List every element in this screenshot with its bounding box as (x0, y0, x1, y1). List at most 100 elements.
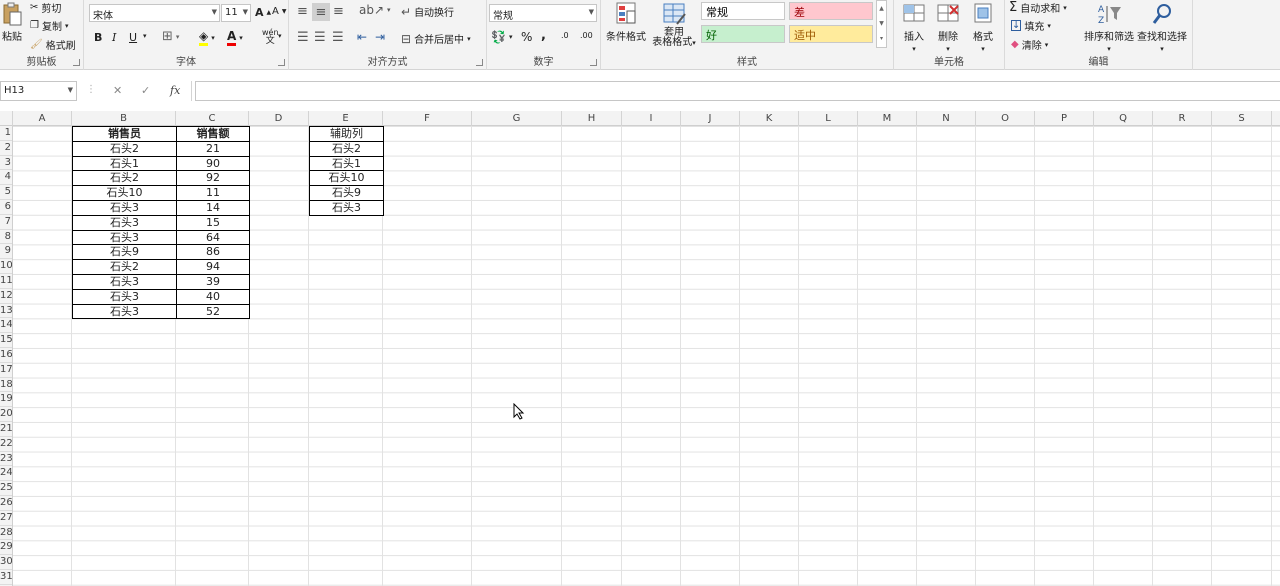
style-neutral[interactable]: 适中 (789, 25, 873, 43)
column-header[interactable]: F (383, 111, 472, 126)
column-header[interactable]: P (1035, 111, 1094, 126)
row-header[interactable]: 1 (0, 126, 12, 141)
font-color-button[interactable]: A ▾ (227, 29, 243, 46)
row-header[interactable]: 5 (0, 185, 12, 200)
row-header[interactable]: 18 (0, 378, 12, 393)
row-header[interactable]: 26 (0, 496, 12, 511)
accounting-format-button[interactable]: 💱 ▾ (491, 30, 512, 44)
table-cell[interactable]: 石头2 (72, 140, 177, 157)
table-cell[interactable]: 21 (176, 140, 250, 157)
row-header[interactable]: 8 (0, 230, 12, 245)
format-painter-button[interactable]: 🖌 格式刷 (30, 37, 76, 52)
row-header[interactable]: 30 (0, 555, 12, 570)
percent-button[interactable]: % (521, 30, 532, 44)
column-header[interactable]: K (740, 111, 799, 126)
increase-decimal-button[interactable]: .0 (561, 31, 569, 40)
style-normal[interactable]: 常规 (701, 2, 785, 20)
clear-button[interactable]: ◆ 清除 ▾ (1011, 37, 1048, 52)
row-header[interactable]: 17 (0, 363, 12, 378)
table-cell[interactable]: 石头2 (309, 140, 384, 157)
row-header[interactable]: 22 (0, 437, 12, 452)
row-header[interactable]: 29 (0, 540, 12, 556)
font-launcher[interactable] (278, 59, 285, 66)
select-all-corner[interactable] (0, 111, 13, 126)
column-header[interactable]: B (72, 111, 176, 126)
column-header[interactable]: J (681, 111, 740, 126)
row-header[interactable]: 3 (0, 156, 12, 171)
wrap-text-button[interactable]: ↵ 自动换行 (401, 4, 454, 20)
row-header[interactable]: 19 (0, 392, 12, 408)
alignment-launcher[interactable] (476, 59, 483, 66)
table-cell[interactable]: 辅助列 (309, 126, 384, 142)
conditional-format-button[interactable]: 条件格式 (604, 0, 648, 43)
table-cell[interactable]: 石头3 (72, 288, 177, 305)
row-header[interactable]: 31 (0, 570, 12, 585)
row-header[interactable]: 21 (0, 422, 12, 437)
row-header[interactable]: 25 (0, 481, 12, 496)
table-header-cell[interactable]: 销售员 (72, 126, 177, 142)
cell-area[interactable]: 销售员 销售额 石头2 21 石头1 90 石头2 92 石头10 11 石头3 14 石头3 15 石头3… (13, 126, 1280, 586)
fill-button[interactable]: ↓ 填充 ▾ (1011, 18, 1051, 33)
table-cell[interactable]: 64 (176, 229, 250, 246)
align-right-icon[interactable]: ☰ (332, 30, 344, 45)
cancel-icon[interactable]: ✕ (113, 84, 122, 97)
table-cell[interactable]: 石头3 (72, 303, 177, 320)
orientation-button[interactable]: ab↗ ▾ (359, 3, 391, 17)
column-header[interactable]: D (249, 111, 309, 126)
table-cell[interactable]: 石头3 (309, 200, 384, 216)
column-header[interactable]: L (799, 111, 858, 126)
row-header[interactable]: 14 (0, 318, 12, 334)
align-top-icon[interactable]: ≡ (297, 4, 308, 19)
row-header[interactable]: 13 (0, 304, 12, 319)
italic-button[interactable]: I (112, 31, 116, 44)
table-cell[interactable]: 11 (176, 185, 250, 201)
table-header-cell[interactable]: 销售额 (176, 126, 250, 142)
sort-filter-button[interactable]: AZ 排序和筛选 ▾ (1083, 0, 1135, 54)
table-cell[interactable]: 40 (176, 288, 250, 305)
column-header[interactable]: Q (1094, 111, 1153, 126)
bold-button[interactable]: B (94, 31, 102, 44)
table-cell[interactable]: 86 (176, 244, 250, 261)
underline-button[interactable]: U (129, 31, 137, 44)
phonetic-dropdown[interactable]: ▾ (278, 32, 282, 40)
column-header[interactable]: N (917, 111, 976, 126)
column-header[interactable]: M (858, 111, 917, 126)
shrink-font-button[interactable]: A ▼ (272, 6, 286, 17)
cut-button[interactable]: ✂ 剪切 (30, 0, 61, 15)
copy-button[interactable]: ❐ 复制 ▾ (30, 18, 68, 33)
column-header[interactable]: S (1212, 111, 1272, 126)
table-cell[interactable]: 石头3 (72, 200, 177, 216)
formula-input[interactable] (195, 81, 1280, 101)
row-header[interactable]: 11 (0, 274, 12, 289)
style-good[interactable]: 好 (701, 25, 785, 43)
clipboard-launcher[interactable] (73, 59, 80, 66)
row-header[interactable]: 7 (0, 215, 12, 230)
paste-button[interactable]: 粘贴 (0, 0, 24, 43)
row-header[interactable]: 15 (0, 333, 12, 348)
name-box[interactable]: H13 ▼ (0, 81, 77, 101)
column-header[interactable]: H (562, 111, 622, 126)
table-cell[interactable]: 石头1 (72, 155, 177, 172)
row-header[interactable]: 16 (0, 348, 12, 363)
styles-gallery-scroll[interactable]: ▲ ▼ ▾ (876, 0, 887, 48)
table-cell[interactable]: 石头3 (72, 214, 177, 231)
table-cell[interactable]: 石头10 (309, 170, 384, 187)
increase-indent-icon[interactable]: ⇥ (375, 30, 385, 44)
table-cell[interactable]: 石头1 (309, 155, 384, 172)
table-cell[interactable]: 15 (176, 214, 250, 231)
insert-function-icon[interactable]: fx (170, 84, 180, 97)
row-header[interactable]: 28 (0, 526, 12, 541)
align-left-icon[interactable]: ☰ (297, 30, 309, 45)
table-cell[interactable]: 92 (176, 170, 250, 187)
enter-icon[interactable]: ✓ (141, 84, 150, 97)
decrease-decimal-button[interactable]: .00 (580, 31, 593, 40)
align-bottom-icon[interactable]: ≡ (333, 4, 344, 19)
row-header[interactable]: 9 (0, 244, 12, 260)
autosum-button[interactable]: Σ 自动求和 ▾ (1009, 0, 1067, 15)
table-cell[interactable]: 90 (176, 155, 250, 172)
decrease-indent-icon[interactable]: ⇤ (357, 30, 367, 44)
table-cell[interactable]: 39 (176, 274, 250, 290)
column-header[interactable]: G (472, 111, 562, 126)
grow-font-button[interactable]: A ▲ (255, 6, 271, 19)
row-header[interactable]: 12 (0, 289, 12, 304)
